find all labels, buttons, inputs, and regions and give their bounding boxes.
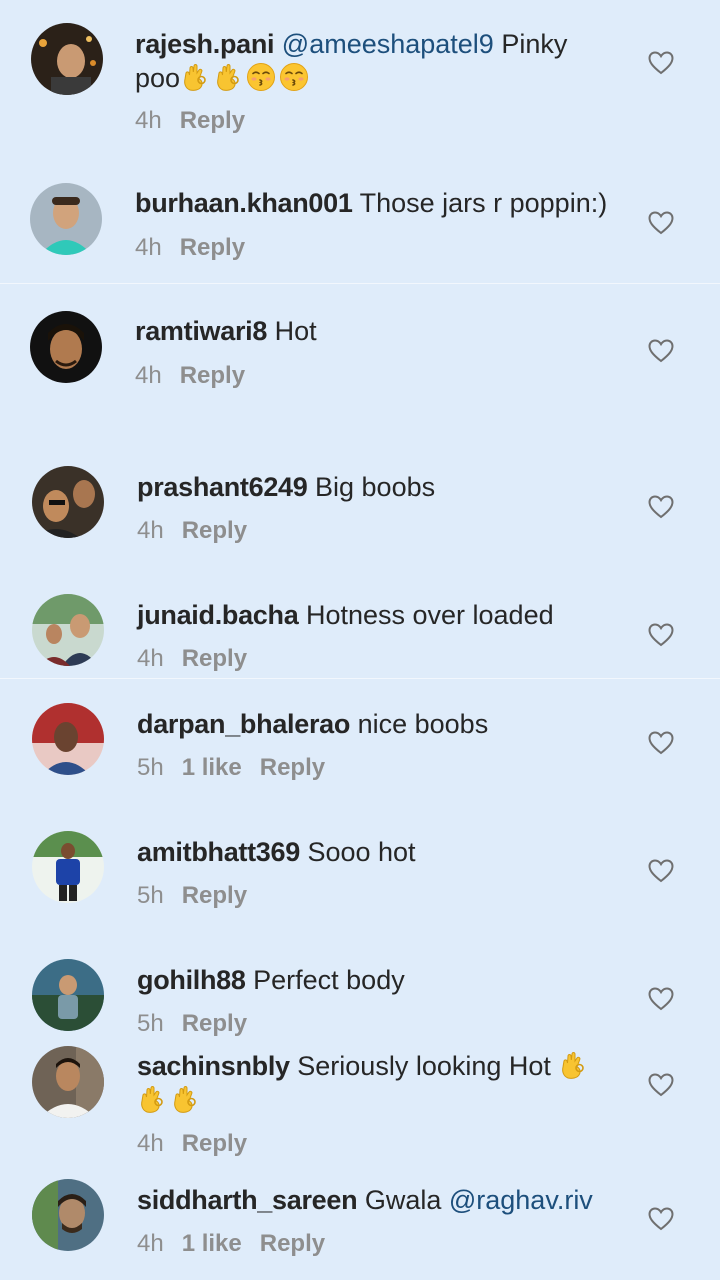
avatar[interactable] bbox=[32, 1179, 104, 1251]
comment-username[interactable]: rajesh.pani bbox=[135, 29, 275, 59]
like-heart-icon[interactable] bbox=[648, 211, 674, 235]
reply-button[interactable]: Reply bbox=[182, 1130, 247, 1157]
ok-hand-emoji-icon bbox=[213, 62, 243, 92]
reply-button[interactable]: Reply bbox=[180, 234, 245, 261]
comment-mention[interactable]: @ameeshapatel9 bbox=[282, 29, 494, 59]
reply-button[interactable]: Reply bbox=[182, 882, 247, 909]
comment-meta: 4h Reply bbox=[137, 517, 247, 545]
comment-mention[interactable]: @raghav.riv bbox=[449, 1185, 593, 1215]
comment-body: Pinky bbox=[501, 29, 568, 59]
comment-time: 4h bbox=[137, 1230, 164, 1257]
comment-text: prashant6249 Big boobs bbox=[137, 470, 617, 504]
comment-meta: 4h Reply bbox=[135, 362, 245, 390]
avatar[interactable] bbox=[30, 311, 102, 383]
comment-time: 5h bbox=[137, 882, 164, 909]
comment-text: rajesh.pani @ameeshapatel9 Pinky poo bbox=[135, 27, 615, 95]
comment-meta: 4h Reply bbox=[137, 645, 247, 673]
like-heart-icon[interactable] bbox=[648, 1073, 674, 1097]
comment-meta: 5h 1 like Reply bbox=[137, 754, 325, 782]
ok-hand-emoji-icon bbox=[170, 1084, 200, 1114]
comment-body: Gwala bbox=[364, 1185, 442, 1215]
avatar[interactable] bbox=[32, 594, 104, 666]
avatar[interactable] bbox=[30, 183, 102, 255]
like-heart-icon[interactable] bbox=[648, 1207, 674, 1231]
comment-body: Hot bbox=[274, 316, 317, 346]
comment-body: Big boobs bbox=[315, 472, 436, 502]
ok-hand-emoji-icon bbox=[558, 1050, 588, 1080]
comment-time: 5h bbox=[137, 754, 164, 781]
comment-meta: 4h Reply bbox=[137, 1130, 247, 1158]
avatar[interactable] bbox=[31, 23, 103, 95]
avatar[interactable] bbox=[32, 959, 104, 1031]
comment-text: darpan_bhalerao nice boobs bbox=[137, 707, 617, 741]
like-heart-icon[interactable] bbox=[648, 495, 674, 519]
comment-body: Sooo hot bbox=[307, 837, 416, 867]
comment-username[interactable]: ramtiwari8 bbox=[135, 316, 267, 346]
like-heart-icon[interactable] bbox=[648, 731, 674, 755]
comment-meta: 5h Reply bbox=[137, 1010, 247, 1038]
comment-time: 4h bbox=[137, 645, 164, 672]
kissing-face-emoji-icon bbox=[246, 62, 276, 92]
divider bbox=[0, 283, 720, 284]
comment-username[interactable]: siddharth_sareen bbox=[137, 1185, 358, 1215]
comment-body-continued: poo bbox=[135, 63, 181, 93]
reply-button[interactable]: Reply bbox=[182, 517, 247, 544]
comment-time: 4h bbox=[135, 362, 162, 389]
avatar[interactable] bbox=[32, 831, 104, 903]
comment-text: junaid.bacha Hotness over loaded bbox=[137, 598, 617, 632]
comment-meta: 4h Reply bbox=[135, 234, 245, 262]
comment-meta: 4h Reply bbox=[135, 107, 245, 135]
comment-time: 4h bbox=[137, 517, 164, 544]
reply-button[interactable]: Reply bbox=[260, 754, 325, 781]
comment-body: Seriously looking Hot bbox=[297, 1051, 551, 1081]
like-heart-icon[interactable] bbox=[648, 859, 674, 883]
comment-text: ramtiwari8 Hot bbox=[135, 314, 615, 348]
like-heart-icon[interactable] bbox=[648, 339, 674, 363]
ok-hand-emoji-icon bbox=[180, 62, 210, 92]
comment-text: gohilh88 Perfect body bbox=[137, 963, 617, 997]
avatar[interactable] bbox=[32, 703, 104, 775]
likes-count[interactable]: 1 like bbox=[182, 1230, 242, 1257]
comment-username[interactable]: sachinsnbly bbox=[137, 1051, 290, 1081]
comment-time: 4h bbox=[137, 1130, 164, 1157]
ok-hand-emoji-icon bbox=[137, 1084, 167, 1114]
comment-username[interactable]: junaid.bacha bbox=[137, 600, 299, 630]
comment-body: Those jars r poppin:) bbox=[359, 188, 608, 218]
comment-time: 4h bbox=[135, 107, 162, 134]
comment-username[interactable]: burhaan.khan001 bbox=[135, 188, 353, 218]
comment-meta: 5h Reply bbox=[137, 882, 247, 910]
reply-button[interactable]: Reply bbox=[180, 362, 245, 389]
like-heart-icon[interactable] bbox=[648, 987, 674, 1011]
comment-body: Perfect body bbox=[253, 965, 405, 995]
comment-body: nice boobs bbox=[357, 709, 489, 739]
comment-meta: 4h 1 like Reply bbox=[137, 1230, 325, 1258]
comment-text: sachinsnbly Seriously looking Hot bbox=[137, 1049, 617, 1117]
likes-count[interactable]: 1 like bbox=[182, 754, 242, 781]
divider bbox=[0, 678, 720, 679]
avatar[interactable] bbox=[32, 1046, 104, 1118]
comment-username[interactable]: darpan_bhalerao bbox=[137, 709, 350, 739]
comment-username[interactable]: amitbhatt369 bbox=[137, 837, 300, 867]
reply-button[interactable]: Reply bbox=[180, 107, 245, 134]
comment-username[interactable]: gohilh88 bbox=[137, 965, 246, 995]
comment-text: burhaan.khan001 Those jars r poppin:) bbox=[135, 186, 615, 220]
comment-text: amitbhatt369 Sooo hot bbox=[137, 835, 617, 869]
reply-button[interactable]: Reply bbox=[182, 645, 247, 672]
comment-time: 4h bbox=[135, 234, 162, 261]
comment-username[interactable]: prashant6249 bbox=[137, 472, 308, 502]
comment-time: 5h bbox=[137, 1010, 164, 1037]
comment-body: Hotness over loaded bbox=[305, 600, 554, 630]
avatar[interactable] bbox=[32, 466, 104, 538]
comment-text: siddharth_sareen Gwala @raghav.riv bbox=[137, 1183, 617, 1217]
comments-feed[interactable]: rajesh.pani @ameeshapatel9 Pinky poo 4h R… bbox=[0, 0, 720, 1280]
reply-button[interactable]: Reply bbox=[182, 1010, 247, 1037]
reply-button[interactable]: Reply bbox=[260, 1230, 325, 1257]
like-heart-icon[interactable] bbox=[648, 623, 674, 647]
like-heart-icon[interactable] bbox=[648, 51, 674, 75]
kissing-face-emoji-icon bbox=[279, 62, 309, 92]
